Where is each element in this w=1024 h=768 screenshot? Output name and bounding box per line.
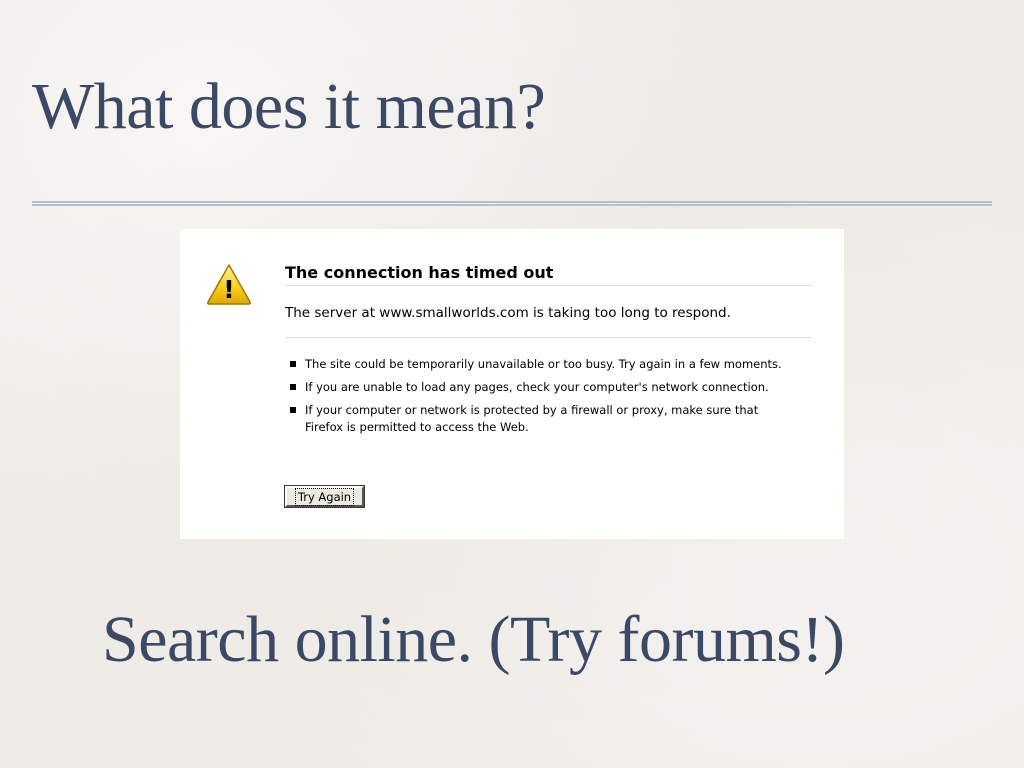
tip-text: If you are unable to load any pages, che… xyxy=(305,380,769,394)
title-divider xyxy=(32,201,992,206)
list-item: If you are unable to load any pages, che… xyxy=(285,379,785,396)
troubleshooting-list: The site could be temporarily unavailabl… xyxy=(285,356,785,442)
warning-exclamation-glyph: ! xyxy=(223,275,234,304)
error-description: The server at www.smallworlds.com is tak… xyxy=(285,305,731,321)
list-item: The site could be temporarily unavailabl… xyxy=(285,356,785,373)
error-page-screenshot: ! The connection has timed out The serve… xyxy=(180,229,844,539)
bullet-icon xyxy=(290,361,296,367)
bullet-icon xyxy=(290,407,296,413)
description-separator xyxy=(285,337,812,338)
warning-triangle-icon: ! xyxy=(206,264,252,305)
error-title: The connection has timed out xyxy=(285,263,554,282)
tip-text: The site could be temporarily unavailabl… xyxy=(305,357,782,371)
slide-title: What does it mean? xyxy=(32,70,546,143)
tip-text: If your computer or network is protected… xyxy=(305,403,759,434)
list-item: If your computer or network is protected… xyxy=(285,402,785,436)
slide-subtitle: Search online. (Try forums!) xyxy=(102,603,845,676)
title-separator xyxy=(285,285,812,286)
try-again-label: Try Again xyxy=(294,488,355,506)
bullet-icon xyxy=(290,384,296,390)
try-again-button[interactable]: Try Again xyxy=(284,485,365,508)
